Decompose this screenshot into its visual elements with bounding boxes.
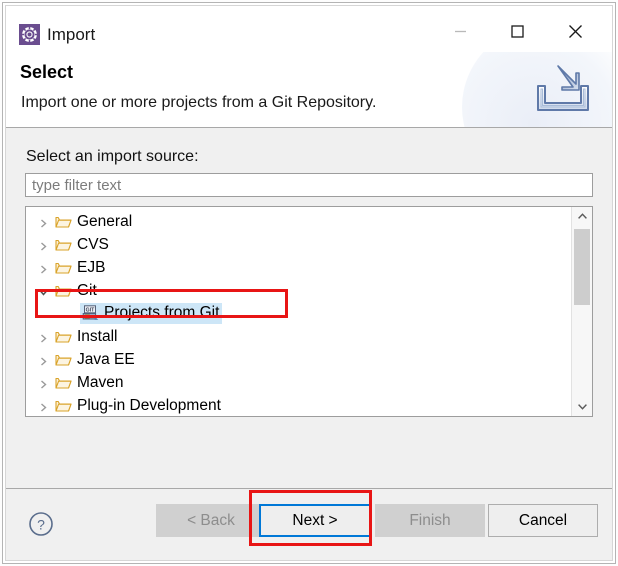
chevron-right-icon[interactable]: [38, 262, 49, 274]
folder-icon: [55, 398, 72, 414]
folder-icon: [55, 375, 72, 391]
tree-item-plug-in-development[interactable]: Plug-in Development: [26, 394, 571, 416]
tree-item-general[interactable]: General: [26, 210, 571, 233]
scroll-down-button[interactable]: [572, 397, 592, 416]
window-title: Import: [47, 25, 96, 44]
chevron-right-icon[interactable]: [38, 400, 49, 412]
svg-text:GIT: GIT: [86, 307, 95, 313]
chevron-right-icon[interactable]: [38, 331, 49, 343]
filter-input[interactable]: [25, 173, 593, 197]
dialog-header: Select Import one or more projects from …: [6, 52, 612, 128]
folder-icon: [55, 283, 72, 299]
dialog-footer: ? < Back Next > Finish Cancel: [6, 489, 612, 560]
tree-item-projects-from-git[interactable]: GIT Projects from Git: [26, 302, 571, 325]
import-source-tree[interactable]: General CVS EJB Git GIT Projects from Gi…: [25, 206, 593, 417]
folder-icon: [55, 237, 72, 253]
tree-item-label: Git: [77, 281, 97, 299]
tree-item-label: Projects from Git: [104, 304, 220, 321]
folder-icon: [55, 214, 72, 230]
cancel-button[interactable]: Cancel: [488, 504, 598, 537]
scrollbar-thumb[interactable]: [574, 229, 590, 305]
next-button[interactable]: Next >: [259, 504, 371, 537]
tree-item-label: CVS: [77, 235, 109, 253]
import-dialog: Import Select Import one or more project…: [5, 5, 613, 561]
help-icon[interactable]: ?: [28, 511, 54, 537]
tree-item-install[interactable]: Install: [26, 325, 571, 348]
page-title: Select: [20, 62, 74, 82]
screenshot-root: Import Select Import one or more project…: [0, 0, 618, 566]
minimize-icon: [454, 25, 467, 41]
close-button[interactable]: [552, 16, 598, 50]
tree-item-label: Plug-in Development: [77, 396, 221, 414]
tree-item-label: Maven: [77, 373, 124, 391]
close-icon: [568, 24, 583, 42]
folder-icon: [55, 260, 72, 276]
maximize-button[interactable]: [494, 16, 540, 50]
tree-item-label: Java EE: [77, 350, 135, 368]
chevron-right-icon[interactable]: [38, 354, 49, 366]
tree-item-maven[interactable]: Maven: [26, 371, 571, 394]
maximize-icon: [510, 25, 524, 41]
tree-item-ejb[interactable]: EJB: [26, 256, 571, 279]
import-source-label: Select an import source:: [26, 148, 199, 165]
eclipse-import-icon: [19, 24, 40, 45]
tree-item-cvs[interactable]: CVS: [26, 233, 571, 256]
tree-scrollbar[interactable]: [571, 207, 592, 416]
tree-item-label: General: [77, 212, 133, 230]
folder-icon: [55, 352, 72, 368]
chevron-right-icon[interactable]: [38, 239, 49, 251]
tree-item-java-ee[interactable]: Java EE: [26, 348, 571, 371]
svg-text:?: ?: [37, 516, 45, 532]
chevron-right-icon[interactable]: [38, 216, 49, 228]
tree-row-container: General CVS EJB Git GIT Projects from Gi…: [26, 210, 571, 416]
tree-item-selection: GIT Projects from Git: [80, 303, 223, 324]
finish-button[interactable]: Finish: [375, 504, 485, 537]
tree-item-git[interactable]: Git: [26, 279, 571, 302]
scroll-up-button[interactable]: [572, 207, 592, 226]
dialog-body: Select an import source: type filter tex…: [6, 128, 612, 488]
page-description: Import one or more projects from a Git R…: [21, 94, 377, 111]
folder-icon: [55, 329, 72, 345]
tree-item-label: EJB: [77, 258, 106, 276]
title-bar: Import: [6, 6, 612, 52]
chevron-down-icon: [577, 398, 588, 416]
minimize-button[interactable]: [437, 16, 483, 50]
chevron-down-icon[interactable]: [38, 285, 49, 296]
tree-item-label: Install: [77, 327, 118, 345]
chevron-right-icon[interactable]: [38, 377, 49, 389]
back-button[interactable]: < Back: [156, 504, 266, 537]
chevron-up-icon: [577, 208, 588, 226]
import-tray-arrow-icon: [532, 60, 594, 118]
git-project-icon: GIT: [82, 305, 99, 321]
